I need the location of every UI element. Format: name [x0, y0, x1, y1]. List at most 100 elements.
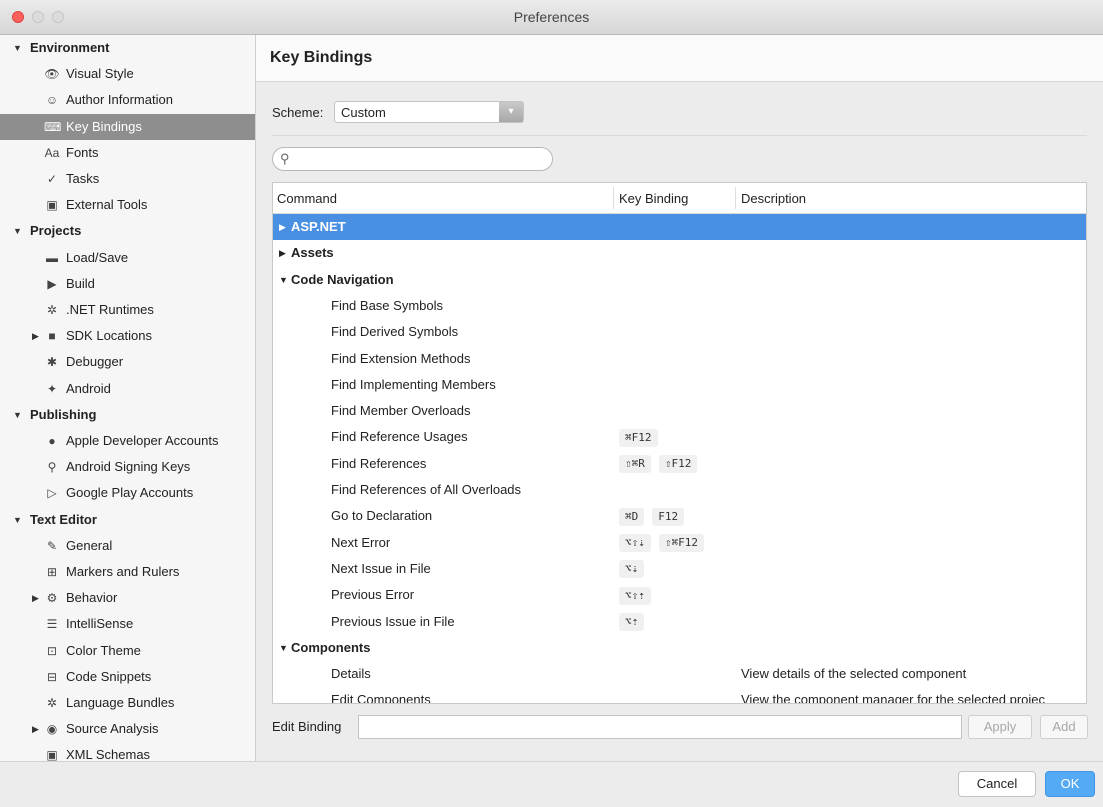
sidebar-item-general[interactable]: ✎ General — [0, 533, 255, 559]
disclosure-triangle-icon[interactable]: ▼ — [279, 635, 288, 661]
sidebar-item-visual-style[interactable]: 👁 Visual Style — [0, 61, 255, 87]
sidebar-item-author-information[interactable]: ☺ Author Information — [0, 87, 255, 113]
sidebar-item-source-analysis[interactable]: ▶ ◉ Source Analysis — [0, 716, 255, 742]
command-label: Find Member Overloads — [331, 403, 471, 419]
table-row[interactable]: Find Implementing Members — [273, 372, 1086, 398]
disclosure-triangle-icon[interactable]: ▼ — [13, 402, 22, 428]
column-header-key-binding[interactable]: Key Binding — [619, 191, 688, 206]
sidebar-item-label: Source Analysis — [66, 721, 159, 737]
disclosure-triangle-icon[interactable]: ▶ — [279, 240, 286, 266]
list-icon: ☰ — [46, 617, 58, 632]
key-binding-cell: ⌥⇣ — [619, 556, 652, 582]
command-label: Edit Components — [331, 692, 431, 704]
smiley-icon: ☺ — [45, 93, 59, 108]
table-row[interactable]: Find References ⇧⌘R ⇧F12 — [273, 451, 1086, 477]
sidebar-item-language-bundles[interactable]: ✲ Language Bundles — [0, 690, 255, 716]
table-row[interactable]: Edit Components View the component manage… — [273, 687, 1086, 704]
disclosure-triangle-icon[interactable]: ▶ — [32, 716, 39, 742]
table-row[interactable]: Find Base Symbols — [273, 293, 1086, 319]
sidebar-item-debugger[interactable]: ✱ Debugger — [0, 349, 255, 375]
disclosure-triangle-icon[interactable]: ▶ — [32, 323, 39, 349]
table-row[interactable]: Find Member Overloads — [273, 398, 1086, 424]
disclosure-triangle-icon[interactable]: ▶ — [279, 214, 286, 240]
column-divider[interactable] — [613, 187, 614, 209]
sidebar-item-external-tools[interactable]: ▣ External Tools — [0, 192, 255, 218]
key-bindings-table[interactable]: Command Key Binding Description ▶ ASP.NET… — [272, 182, 1087, 704]
table-row[interactable]: Find Reference Usages ⌘F12 — [273, 424, 1086, 450]
sidebar-group-publishing[interactable]: ▼ Publishing — [0, 402, 255, 428]
command-label: Find References — [331, 455, 427, 471]
sidebar-item-fonts[interactable]: Aa Fonts — [0, 140, 255, 166]
command-label: Next Error — [331, 534, 391, 550]
column-divider[interactable] — [735, 187, 736, 209]
table-group-row[interactable]: ▼ Code Navigation — [273, 267, 1086, 293]
table-row[interactable]: Previous Issue in File ⌥⇡ — [273, 609, 1086, 635]
sidebar-item-sdk-locations[interactable]: ▶ ■ SDK Locations — [0, 323, 255, 349]
cancel-button[interactable]: Cancel — [958, 771, 1036, 797]
table-group-row[interactable]: ▶ ASP.NET — [273, 214, 1086, 240]
sidebar-item-color-theme[interactable]: ⊡ Color Theme — [0, 638, 255, 664]
column-header-description[interactable]: Description — [741, 191, 806, 206]
sidebar-item-label: Color Theme — [66, 642, 141, 658]
disclosure-triangle-icon[interactable]: ▼ — [13, 218, 22, 244]
command-label: Find References of All Overloads — [331, 482, 522, 497]
sidebar-item-key-bindings[interactable]: ⌨ Key Bindings — [0, 113, 255, 140]
sidebar-item-apple-developer-accounts[interactable]: ● Apple Developer Accounts — [0, 428, 255, 454]
sidebar-item-code-snippets[interactable]: ⊟ Code Snippets — [0, 664, 255, 690]
disclosure-triangle-icon[interactable]: ▼ — [279, 267, 288, 293]
sidebar-item-build[interactable]: ▶ Build — [0, 271, 255, 297]
ok-button[interactable]: OK — [1045, 771, 1095, 797]
sidebar-group-environment[interactable]: ▼ Environment — [0, 35, 255, 61]
sidebar-item-android[interactable]: ✦ Android — [0, 376, 255, 402]
sidebar-item-intellisense[interactable]: ☰ IntelliSense — [0, 611, 255, 637]
sidebar-item-tasks[interactable]: ✓ Tasks — [0, 166, 255, 192]
sidebar-item-markers-and-rulers[interactable]: ⊞ Markers and Rulers — [0, 559, 255, 585]
command-label: Next Issue in File — [331, 560, 431, 576]
sidebar-item-label: Tasks — [66, 171, 100, 186]
command-label: Find Reference Usages — [331, 429, 468, 445]
sidebar-item-google-play-accounts[interactable]: ▷ Google Play Accounts — [0, 480, 255, 506]
gear-icon: ✲ — [46, 303, 58, 317]
sidebar-item-load-save[interactable]: ▬ Load/Save — [0, 245, 255, 271]
table-row[interactable]: Previous Error ⌥⇧⇡ — [273, 582, 1086, 608]
terminal-icon: ▣ — [46, 198, 58, 213]
sidebar-item-label: Fonts — [66, 144, 99, 160]
sidebar-item-behavior[interactable]: ▶ ⚙ Behavior — [0, 585, 255, 611]
add-button[interactable]: Add — [1040, 715, 1088, 739]
table-row[interactable]: Find Extension Methods — [273, 346, 1086, 372]
sidebar-item-xml-schemas[interactable]: ▣ XML Schemas — [0, 742, 255, 761]
edit-icon: ✎ — [46, 538, 58, 553]
key-binding-badge: ⌥⇡ — [619, 613, 645, 632]
scheme-value: Custom — [341, 105, 386, 120]
table-header: Command Key Binding Description — [273, 183, 1086, 214]
sidebar-item-android-signing-keys[interactable]: ⚲ Android Signing Keys — [0, 454, 255, 480]
sidebar-item-label: Apple Developer Accounts — [66, 433, 219, 448]
sidebar-item-label: Google Play Accounts — [66, 485, 194, 501]
disclosure-triangle-icon[interactable]: ▼ — [13, 35, 22, 61]
drive-icon: ▬ — [46, 250, 58, 265]
key-binding-cell: ⇧⌘R ⇧F12 — [619, 451, 705, 477]
command-label: Go to Declaration — [331, 508, 433, 524]
table-group-row[interactable]: ▼ Components — [273, 635, 1086, 661]
column-header-command[interactable]: Command — [277, 191, 337, 206]
sidebar-item-net-runtimes[interactable]: ✲ .NET Runtimes — [0, 297, 255, 323]
disclosure-triangle-icon[interactable]: ▶ — [32, 585, 39, 611]
table-row[interactable]: Next Error ⌥⇧⇣ ⇧⌘F12 — [273, 530, 1086, 556]
disclosure-triangle-icon[interactable]: ▼ — [13, 507, 22, 533]
edit-binding-field[interactable] — [358, 715, 962, 739]
table-row[interactable]: Find References of All Overloads — [273, 477, 1086, 503]
sidebar-group-projects[interactable]: ▼ Projects — [0, 218, 255, 244]
table-row[interactable]: Go to Declaration ⌘D F12 — [273, 503, 1086, 529]
table-row[interactable]: Next Issue in File ⌥⇣ — [273, 556, 1086, 582]
sidebar: ▼ Environment 👁 Visual Style ☺ Author Informa… — [0, 35, 256, 761]
table-group-row[interactable]: ▶ Assets — [273, 240, 1086, 266]
key-binding-badge: ⌥⇣ — [619, 560, 645, 579]
sidebar-group-text-editor[interactable]: ▼ Text Editor — [0, 507, 255, 533]
snippet-icon: ⊟ — [46, 669, 58, 684]
sidebar-item-label: General — [66, 537, 113, 553]
apply-button[interactable]: Apply — [968, 715, 1032, 739]
table-row[interactable]: Find Derived Symbols — [273, 319, 1086, 345]
scheme-select[interactable]: Custom ▾ — [334, 101, 524, 123]
table-row[interactable]: Details View details of the selected comp… — [273, 661, 1086, 687]
search-input[interactable]: ⚲ — [272, 147, 553, 171]
